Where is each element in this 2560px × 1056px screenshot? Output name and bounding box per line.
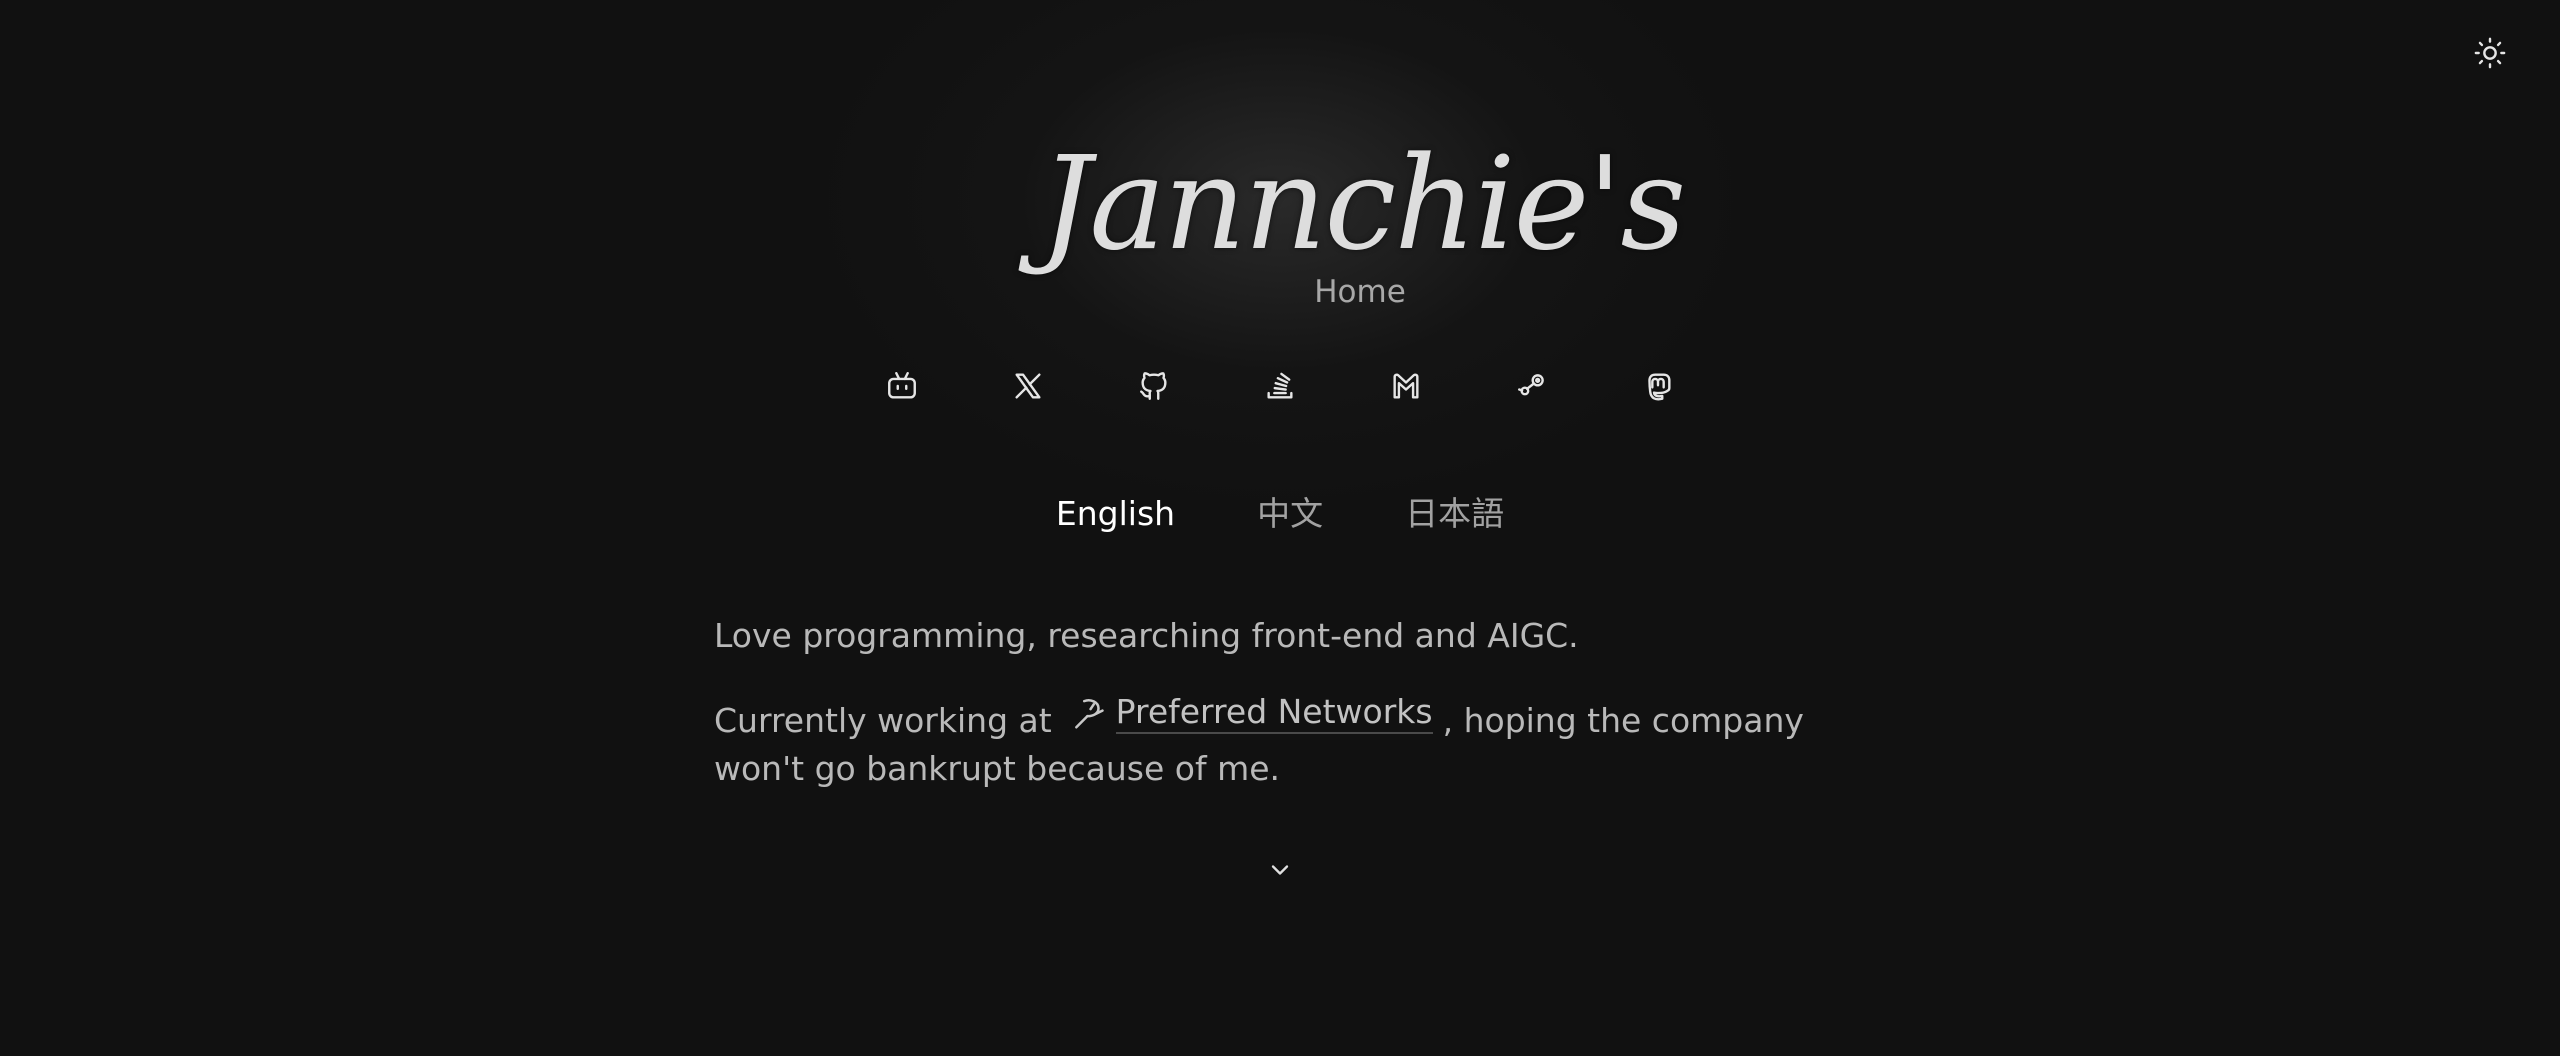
work-paragraph: Currently working at Preferred Networks, … xyxy=(714,692,1854,793)
social-link-github[interactable] xyxy=(1128,360,1180,412)
site-brand[interactable]: Jannchie's xyxy=(1040,130,1686,290)
header: Jannchie's Home xyxy=(0,130,2560,330)
intro-text: Love programming, researching front-end … xyxy=(714,616,1579,655)
social-link-x[interactable] xyxy=(1002,360,1054,412)
company-name: Preferred Networks xyxy=(1115,692,1433,734)
language-option-english[interactable]: English xyxy=(1056,484,1175,544)
social-link-stackoverflow[interactable] xyxy=(1254,360,1306,412)
scroll-down-button[interactable] xyxy=(1260,850,1300,890)
language-option-chinese[interactable]: 中文 xyxy=(1257,484,1323,544)
preferred-networks-logo-icon xyxy=(1074,699,1104,729)
social-link-steam[interactable] xyxy=(1506,360,1558,412)
intro-content: Love programming, researching front-end … xyxy=(714,612,1854,825)
steam-icon xyxy=(1518,374,1544,396)
chevron-down-icon xyxy=(1271,865,1289,875)
sun-icon xyxy=(2474,37,2506,69)
github-icon xyxy=(1140,372,1167,400)
language-switcher: English 中文 日本語 xyxy=(1040,484,1520,544)
work-prefix: Currently working at xyxy=(714,701,1052,740)
mastodon-icon xyxy=(1648,373,1671,401)
page: Jannchie's Home English 中文 日本語 Love prog… xyxy=(0,0,2560,1056)
language-option-japanese[interactable]: 日本語 xyxy=(1405,484,1504,544)
social-link-bilibili[interactable] xyxy=(876,360,928,412)
bilibili-icon xyxy=(888,372,916,399)
social-link-mastodon[interactable] xyxy=(1632,360,1684,412)
social-link-gmail[interactable] xyxy=(1380,360,1432,412)
x-icon xyxy=(1015,373,1041,399)
social-links xyxy=(876,360,1684,412)
stackoverflow-icon xyxy=(1267,372,1293,399)
home-link[interactable]: Home xyxy=(1280,270,1440,314)
company-link[interactable]: Preferred Networks xyxy=(1070,692,1433,734)
theme-toggle-button[interactable] xyxy=(2471,34,2509,72)
gmail-icon xyxy=(1393,373,1419,399)
